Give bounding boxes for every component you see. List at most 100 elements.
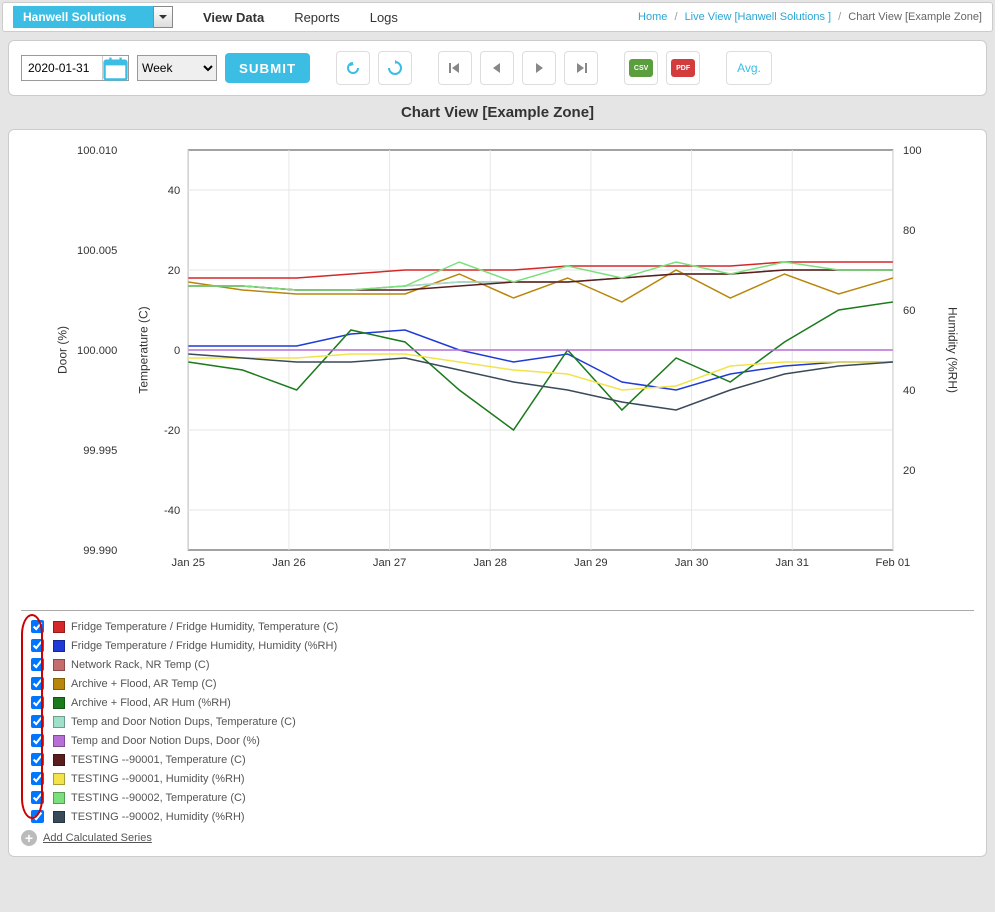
breadcrumb: Home / Live View [Hanwell Solutions ] / … [638,11,982,23]
legend-item: Network Rack, NR Temp (C) [27,655,974,674]
date-field[interactable] [22,56,102,80]
legend-label: Fridge Temperature / Fridge Humidity, Hu… [71,640,337,652]
legend-swatch [53,678,65,690]
chart-title: Chart View [Example Zone] [0,104,995,121]
nav-last-button[interactable] [564,51,598,85]
legend-label: Fridge Temperature / Fridge Humidity, Te… [71,621,338,633]
legend-label: TESTING --90001, Humidity (%RH) [71,773,245,785]
legend-checkbox[interactable] [31,791,44,804]
svg-text:Jan 25: Jan 25 [172,557,205,569]
svg-text:Jan 27: Jan 27 [373,557,406,569]
nav-tabs: View Data Reports Logs [203,10,398,25]
legend-checkbox[interactable] [31,658,44,671]
legend-item: Temp and Door Notion Dups, Temperature (… [27,712,974,731]
legend-item: TESTING --90002, Humidity (%RH) [27,807,974,826]
legend-label: Archive + Flood, AR Temp (C) [71,678,217,690]
svg-text:20: 20 [903,465,915,477]
legend-item: Archive + Flood, AR Temp (C) [27,674,974,693]
breadcrumb-current: Chart View [Example Zone] [848,11,982,23]
legend-item: TESTING --90002, Temperature (C) [27,788,974,807]
svg-text:Humidity (%RH): Humidity (%RH) [946,307,960,393]
svg-text:Jan 29: Jan 29 [574,557,607,569]
legend-checkbox[interactable] [31,715,44,728]
legend-label: TESTING --90002, Humidity (%RH) [71,811,245,823]
svg-text:0: 0 [174,345,180,357]
legend-checkbox[interactable] [31,639,44,652]
legend-label: Temp and Door Notion Dups, Temperature (… [71,716,296,728]
top-bar: Hanwell Solutions View Data Reports Logs… [2,2,993,32]
legend-checkbox[interactable] [31,753,44,766]
svg-text:Jan 26: Jan 26 [272,557,305,569]
svg-text:Feb 01: Feb 01 [876,557,911,569]
plus-icon[interactable]: + [21,830,37,846]
legend-label: Temp and Door Notion Dups, Door (%) [71,735,260,747]
legend-label: TESTING --90002, Temperature (C) [71,792,246,804]
add-calculated-series-link[interactable]: Add Calculated Series [43,832,152,844]
nav-next-button[interactable] [522,51,556,85]
back-arrow-button[interactable] [336,51,370,85]
legend-checkbox[interactable] [31,734,44,747]
average-button[interactable]: Avg. [726,51,772,85]
svg-text:-20: -20 [164,425,180,437]
tab-logs[interactable]: Logs [370,10,398,25]
range-select[interactable]: Week [137,55,217,81]
legend-label: Network Rack, NR Temp (C) [71,659,210,671]
legend-checkbox[interactable] [31,696,44,709]
divider [21,610,974,611]
nav-prev-button[interactable] [480,51,514,85]
export-pdf-button[interactable]: PDF [666,51,700,85]
svg-text:99.995: 99.995 [83,445,117,457]
svg-text:Door (%): Door (%) [56,326,70,374]
legend-swatch [53,716,65,728]
legend-checkbox[interactable] [31,810,44,823]
svg-text:Temperature (C): Temperature (C) [137,306,151,393]
legend-label: Archive + Flood, AR Hum (%RH) [71,697,231,709]
svg-text:100.005: 100.005 [77,245,117,257]
svg-text:60: 60 [903,305,915,317]
svg-text:100.000: 100.000 [77,345,117,357]
submit-button[interactable]: SUBMIT [225,53,310,83]
svg-text:100: 100 [903,145,922,157]
nav-first-button[interactable] [438,51,472,85]
site-selector-label: Hanwell Solutions [13,6,153,28]
pdf-icon: PDF [671,59,695,77]
add-series-row: + Add Calculated Series [21,830,974,846]
tab-reports[interactable]: Reports [294,10,340,25]
svg-text:100.010: 100.010 [77,145,117,157]
legend-item: TESTING --90001, Temperature (C) [27,750,974,769]
legend-swatch [53,811,65,823]
chart-panel: Jan 25Jan 26Jan 27Jan 28Jan 29Jan 30Jan … [8,129,987,857]
legend-label: TESTING --90001, Temperature (C) [71,754,246,766]
csv-icon: CSV [629,59,653,77]
breadcrumb-live[interactable]: Live View [Hanwell Solutions ] [685,11,832,23]
legend-checkbox[interactable] [31,772,44,785]
legend: Fridge Temperature / Fridge Humidity, Te… [21,617,974,826]
svg-text:Jan 28: Jan 28 [474,557,507,569]
legend-swatch [53,735,65,747]
svg-text:99.990: 99.990 [83,545,117,557]
legend-swatch [53,621,65,633]
breadcrumb-home[interactable]: Home [638,11,667,23]
legend-item: Fridge Temperature / Fridge Humidity, Hu… [27,636,974,655]
legend-checkbox[interactable] [31,677,44,690]
svg-text:80: 80 [903,225,915,237]
refresh-button[interactable] [378,51,412,85]
legend-item: TESTING --90001, Humidity (%RH) [27,769,974,788]
legend-checkbox[interactable] [31,620,44,633]
export-csv-button[interactable]: CSV [624,51,658,85]
svg-text:Jan 31: Jan 31 [776,557,809,569]
legend-item: Temp and Door Notion Dups, Door (%) [27,731,974,750]
site-selector[interactable]: Hanwell Solutions [13,6,173,28]
controls-panel: Week SUBMIT CSV PDF Avg. [8,40,987,96]
svg-text:40: 40 [903,385,915,397]
date-input[interactable] [21,55,129,81]
legend-swatch [53,773,65,785]
legend-item: Fridge Temperature / Fridge Humidity, Te… [27,617,974,636]
tab-view-data[interactable]: View Data [203,10,264,25]
chevron-down-icon[interactable] [153,6,173,28]
calendar-icon[interactable] [102,56,128,80]
legend-swatch [53,754,65,766]
chart-area[interactable]: Jan 25Jan 26Jan 27Jan 28Jan 29Jan 30Jan … [21,140,974,600]
svg-text:40: 40 [168,185,180,197]
legend-swatch [53,697,65,709]
